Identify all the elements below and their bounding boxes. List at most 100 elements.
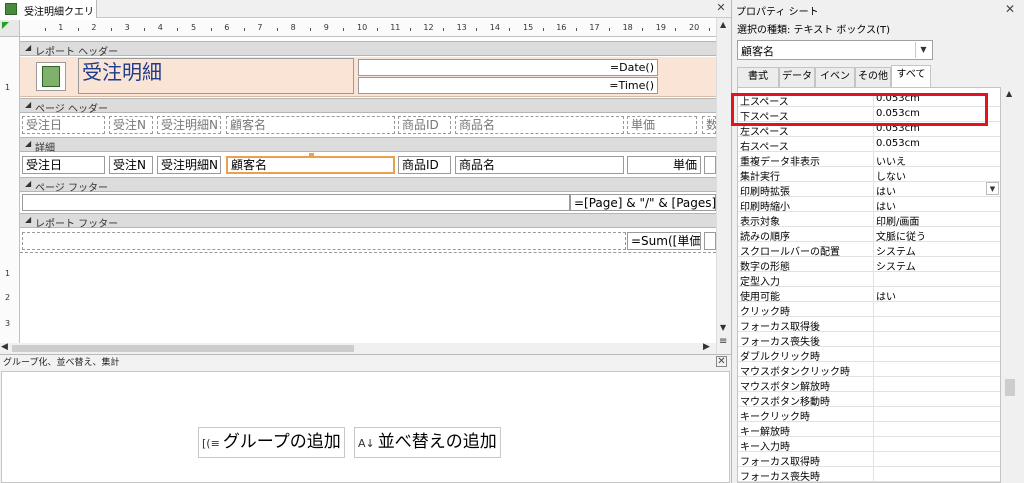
property-name: 印刷時拡張 [740,187,790,198]
property-value[interactable]: しない [876,168,1000,183]
section-bar-page-header[interactable]: ◢ ページ ヘッダー [20,98,716,115]
property-row[interactable]: フォーカス取得後 [738,317,1000,333]
scroll-left-arrow-icon[interactable]: ◀ [1,342,8,352]
sum-unit-price-textbox[interactable]: =Sum([単価 [627,232,701,250]
property-row[interactable]: 使用可能 はい [738,287,1000,303]
scroll-down-arrow-icon[interactable]: ▼ [720,323,726,332]
document-tab[interactable]: 受注明細クエリ [0,0,97,18]
control-selector-dropdown[interactable]: 顧客名 ▼ [737,40,933,60]
property-row[interactable]: 右スペース 0.053cm [738,137,1000,153]
report-title-label[interactable]: 受注明細 [78,58,354,94]
split-handle-icon[interactable]: ≡ [719,336,727,347]
property-row[interactable]: フォーカス取得時 [738,452,1000,468]
field-unit-price[interactable]: 単価 [627,156,701,174]
property-row[interactable]: フォーカス喪失時 [738,467,1000,482]
page-footer-spacer-box[interactable] [22,194,570,211]
report-footer-spacer-box[interactable] [22,232,626,250]
property-value[interactable]: いいえ [876,153,1000,168]
tab-other[interactable]: その他 [855,67,891,87]
tab-data[interactable]: データ [779,67,815,87]
chevron-down-icon[interactable]: ▼ [915,42,931,58]
property-row[interactable]: キー解放時 [738,422,1000,438]
date-expression-textbox[interactable]: =Date() [358,59,658,76]
property-value[interactable]: システム [876,258,1000,273]
property-row[interactable]: 定型入力 [738,272,1000,288]
property-scroll-thumb[interactable] [1005,379,1015,396]
property-scrollbar[interactable]: ▲ [1002,87,1018,483]
chevron-down-icon[interactable]: ▼ [986,182,999,195]
logo-image-control[interactable] [36,62,66,91]
ruler-number: 6 [224,23,230,32]
group-pane-close-icon[interactable]: ✕ [716,356,727,367]
scroll-up-arrow-icon[interactable]: ▲ [720,20,726,29]
property-row[interactable]: 印刷時拡張 はい ▼ [738,182,1000,198]
tab-all[interactable]: すべて [891,65,931,87]
header-label-product-name[interactable]: 商品名 [455,116,624,134]
property-row[interactable]: 表示対象 印刷/画面 [738,212,1000,228]
add-sort-button[interactable]: A↓ 並べ替えの追加 [354,427,501,458]
property-value[interactable]: はい [876,198,1000,213]
property-value[interactable]: 文脈に従う [876,228,1000,243]
property-row[interactable]: ダブルクリック時 [738,347,1000,363]
header-label-quantity[interactable]: 数 [702,116,716,134]
ruler-number: 14 [489,23,500,32]
header-label-order-date[interactable]: 受注日 [22,116,105,134]
close-icon[interactable]: ✕ [714,1,728,15]
field-order-no[interactable]: 受注N [109,156,153,174]
header-label-customer-name[interactable]: 顧客名 [226,116,395,134]
vertical-ruler[interactable]: 1 1 2 3 [0,37,20,343]
header-label-product-id[interactable]: 商品ID [398,116,451,134]
property-row[interactable]: キー入力時 [738,437,1000,453]
move-handle[interactable] [309,153,314,157]
section-bar-detail[interactable]: ◢ 詳細 [20,137,716,154]
property-value[interactable]: はい [876,183,1000,198]
property-row[interactable]: 重複データ非表示 いいえ [738,152,1000,168]
property-row[interactable]: 印刷時縮小 はい [738,197,1000,213]
property-row[interactable]: 集計実行 しない [738,167,1000,183]
field-product-name[interactable]: 商品名 [455,156,624,174]
property-sheet-close-icon[interactable]: ✕ [1005,2,1015,16]
property-name: 使用可能 [740,292,780,303]
field-quantity[interactable] [704,156,716,174]
property-value[interactable]: 印刷/画面 [876,213,1000,228]
tab-event[interactable]: イベント [815,67,855,100]
property-row[interactable]: クリック時 [738,302,1000,318]
section-arrow-icon: ◢ [25,100,32,109]
section-bar-report-footer[interactable]: ◢ レポート フッター [20,213,716,230]
section-bar-report-header[interactable]: ◢ レポート ヘッダー [20,41,716,58]
field-product-id[interactable]: 商品ID [398,156,451,174]
add-group-button[interactable]: [(≡ グループの追加 [198,427,345,458]
field-order-detail-no[interactable]: 受注明細N [157,156,221,174]
property-row[interactable]: キークリック時 [738,407,1000,423]
property-row[interactable]: フォーカス喪失後 [738,332,1000,348]
scroll-up-arrow-icon[interactable]: ▲ [1006,89,1012,98]
sum-quantity-textbox[interactable] [704,232,716,250]
property-row[interactable]: マウスボタンクリック時 [738,362,1000,378]
field-customer-name-selected[interactable]: 顧客名 [226,156,395,174]
property-row[interactable]: 数字の形態 システム [738,257,1000,273]
report-icon [5,3,17,15]
scroll-right-arrow-icon[interactable]: ▶ [703,342,710,352]
horizontal-scrollbar[interactable]: ◀ ▶ [0,342,716,354]
vruler-number: 1 [5,269,11,278]
time-expression-textbox[interactable]: =Time() [358,77,658,94]
page-number-expression-textbox[interactable]: =[Page] & "/" & [Pages] [570,194,716,211]
field-order-date[interactable]: 受注日 [22,156,105,174]
tab-format[interactable]: 書式 [737,67,779,87]
report-selector[interactable] [0,20,20,37]
ruler-tick [277,28,278,31]
header-label-order-no[interactable]: 受注N [109,116,153,134]
property-value[interactable]: システム [876,243,1000,258]
property-row[interactable]: 読みの順序 文脈に従う [738,227,1000,243]
section-bar-page-footer[interactable]: ◢ ページ フッター [20,177,716,194]
property-row[interactable]: スクロールバーの配置 システム [738,242,1000,258]
header-label-unit-price[interactable]: 単価 [627,116,697,134]
property-value[interactable]: はい [876,288,1000,303]
property-row[interactable]: マウスボタン解放時 [738,377,1000,393]
header-label-order-detail-no[interactable]: 受注明細N [157,116,221,134]
vertical-scrollbar[interactable]: ▲ ▼ ≡ [716,18,731,354]
horizontal-scroll-thumb[interactable] [12,345,354,352]
property-row[interactable]: マウスボタン移動時 [738,392,1000,408]
horizontal-ruler[interactable]: 1 2 3 4 5 6 7 8 9 10 11 12 13 14 15 16 17 18 19 20 [20,20,716,37]
property-value[interactable]: 0.053cm [876,138,1000,149]
